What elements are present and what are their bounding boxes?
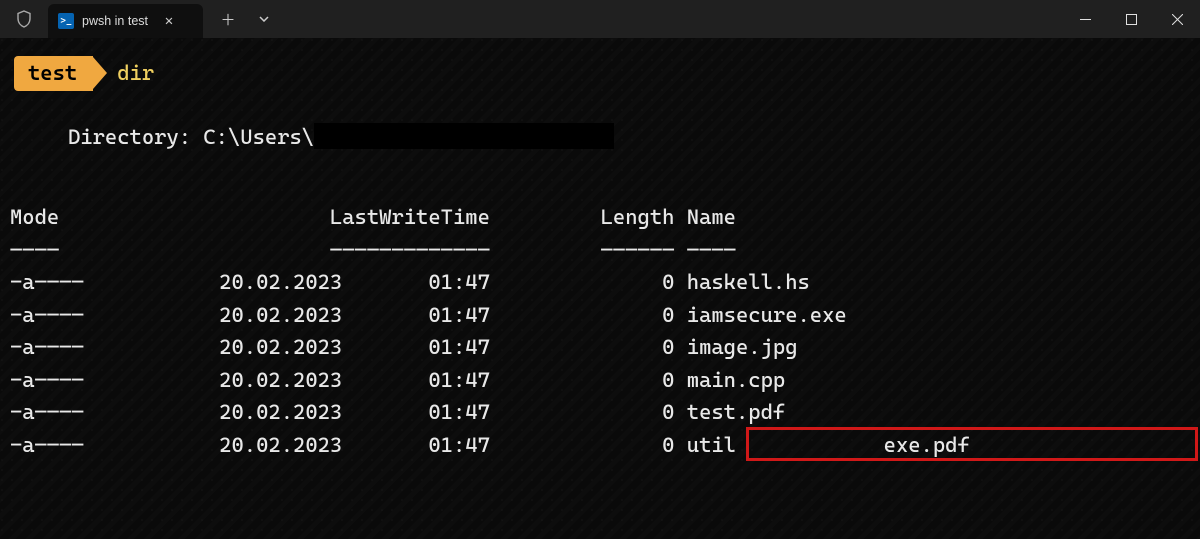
table-row: -a———— 20.02.2023 01:47 0 test.pdf [10,396,1192,429]
tab-dropdown-button[interactable] [249,4,279,34]
table-row: -a———— 20.02.2023 01:47 0 image.jpg [10,331,1192,364]
table-row: -a———— 20.02.2023 01:47 0 main.cpp [10,364,1192,397]
table-row: -a———— 20.02.2023 01:47 0 util exe.pdf [10,429,1192,462]
titlebar: >_ pwsh in test ✕ ＋ [0,0,1200,38]
directory-label: Directory: [68,125,203,149]
pwsh-icon: >_ [58,13,74,29]
table-separator: ———— ————————————— —————— ———— [10,234,1192,267]
highlight-box [746,427,1198,461]
close-window-button[interactable] [1154,0,1200,38]
prompt-badge: test [14,56,93,91]
minimize-button[interactable] [1062,0,1108,38]
active-tab[interactable]: >_ pwsh in test ✕ [48,4,203,38]
titlebar-drag-area[interactable] [279,0,1062,38]
command-text: dir [117,57,154,90]
maximize-button[interactable] [1108,0,1154,38]
table-header: Mode LastWriteTime Length Name [10,201,1192,234]
directory-listing: Mode LastWriteTime Length Name———— —————… [8,201,1192,461]
tab-title: pwsh in test [82,14,148,28]
table-row: -a———— 20.02.2023 01:47 0 haskell.hs [10,266,1192,299]
directory-path: C:\Users\ [203,125,314,149]
redacted-block [314,123,614,149]
new-tab-button[interactable]: ＋ [213,4,243,34]
prompt-arrow-icon [93,57,107,89]
shield-icon [0,0,48,38]
directory-line: Directory: C:\Users\ [8,121,1192,154]
prompt-line: test dir [14,56,1192,91]
table-row: -a———— 20.02.2023 01:47 0 iamsecure.exe [10,299,1192,332]
terminal-area[interactable]: test dir Directory: C:\Users\ Mode LastW… [0,38,1200,539]
close-tab-button[interactable]: ✕ [160,13,178,29]
